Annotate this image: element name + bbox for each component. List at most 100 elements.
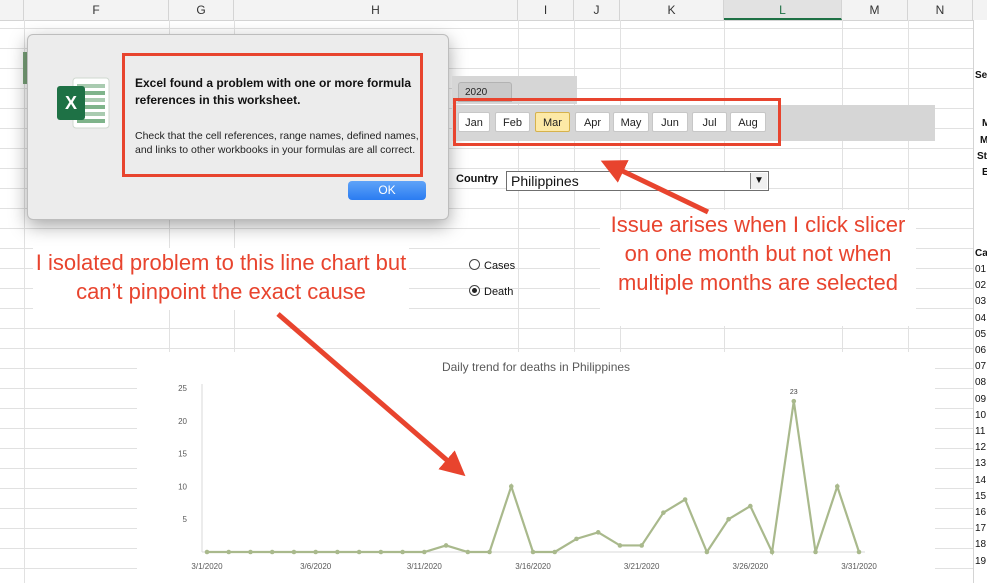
column-header-l[interactable]: L [724,0,842,20]
right-row-number: 07 [975,361,987,373]
right-row-number: 17 [975,523,987,535]
callout-slicer-note: Issue arises when I click slicer on one … [600,210,916,326]
right-row-number: 12 [975,442,987,454]
radio-death[interactable]: Death [469,285,513,298]
right-row-number: 09 [975,393,987,405]
callout-chart-note: I isolated problem to this line chart bu… [33,248,409,310]
series-line [207,400,861,556]
data-point [704,549,710,555]
radio-circle-icon [469,259,480,270]
data-point [682,497,688,502]
right-table-header: Ca [975,248,987,259]
data-point [248,549,253,555]
data-point [530,549,536,555]
data-point [748,503,753,509]
right-cell-text: E [982,167,987,178]
right-row-number: 19 [975,555,987,567]
radio-cases[interactable]: Cases [469,259,515,272]
data-point [595,530,601,535]
data-point [269,549,275,555]
column-header-spacer [0,0,24,20]
column-header-k[interactable]: K [620,0,724,20]
data-point [791,398,797,404]
y-tick-label: 15 [178,450,187,459]
data-point [378,549,384,555]
right-cell-text: M [982,118,987,129]
x-tick-label: 3/21/2020 [624,562,660,571]
data-point [422,549,427,555]
data-point [552,549,558,555]
x-tick-label: 3/16/2020 [515,562,551,571]
x-tick-label: 3/6/2020 [300,562,332,571]
data-point [335,549,340,555]
right-row-number: 14 [975,474,987,486]
right-row-number: 05 [975,328,987,340]
highlight-box-slicer [453,98,781,146]
y-tick-label: 25 [178,384,187,393]
country-value: Philippines [511,173,579,189]
data-point [465,549,471,555]
data-point [226,549,232,555]
right-row-number: 08 [975,377,987,389]
right-cell-text: M [980,135,987,146]
country-dropdown[interactable]: Philippines ▼ [506,171,769,191]
right-row-number: 15 [975,490,987,502]
x-tick-label: 3/31/2020 [841,562,877,571]
right-row-number: 13 [975,458,987,470]
column-header-h[interactable]: H [234,0,518,20]
data-point [356,549,362,555]
right-row-number: 18 [975,539,987,551]
column-header-f[interactable]: F [24,0,169,20]
y-tick-label: 20 [178,417,187,426]
data-point [813,549,818,555]
right-row-number: 04 [975,312,987,324]
data-point [508,484,514,489]
data-point [400,549,405,555]
line-chart: Daily trend for deaths in Philippines 5 1… [178,360,877,571]
data-point [769,549,775,555]
column-header-i[interactable]: I [518,0,574,20]
right-cell-text: St [977,151,987,162]
column-header-bar: F G H I J K L M N [0,0,987,21]
svg-text:X: X [65,93,77,113]
y-tick-label: 10 [178,482,187,491]
right-row-number: 03 [975,296,987,308]
column-header-m[interactable]: M [842,0,908,20]
x-tick-label: 3/1/2020 [191,562,223,571]
x-tick-label: 3/11/2020 [407,562,443,571]
data-point [834,484,840,489]
chart-title: Daily trend for deaths in Philippines [442,360,630,374]
excel-app-icon: X [57,77,110,129]
y-tick-label: 5 [183,515,188,524]
country-label: Country [456,173,499,185]
data-point [726,516,731,522]
right-row-number: 11 [975,426,986,437]
data-point [487,549,492,555]
radio-selected-icon [469,285,480,296]
data-point [617,543,623,548]
data-point [291,549,297,555]
right-row-number: 02 [975,280,987,292]
data-point [443,543,449,548]
data-point [639,543,644,548]
data-point [574,536,579,542]
right-row-number: 16 [975,507,987,518]
radio-cases-label: Cases [484,260,516,272]
data-label: 23 [790,389,798,396]
radio-death-label: Death [484,286,514,298]
right-row-number: 10 [975,409,987,421]
column-header-n[interactable]: N [908,0,973,20]
data-point [856,549,862,555]
right-row-number: 01 [975,264,987,275]
column-header-j[interactable]: J [574,0,620,20]
data-point [313,549,318,555]
ok-button[interactable]: OK [348,181,426,200]
data-point [661,510,666,515]
dropdown-arrow-icon[interactable]: ▼ [750,173,767,189]
right-row-number: 06 [975,345,987,356]
column-header-g[interactable]: G [169,0,234,20]
line-chart-area[interactable]: Daily trend for deaths in Philippines 5 1… [137,352,935,583]
right-cell-text: Se [975,70,987,81]
x-tick-label: 3/26/2020 [733,562,769,571]
highlight-box-dialog-text [122,53,423,177]
